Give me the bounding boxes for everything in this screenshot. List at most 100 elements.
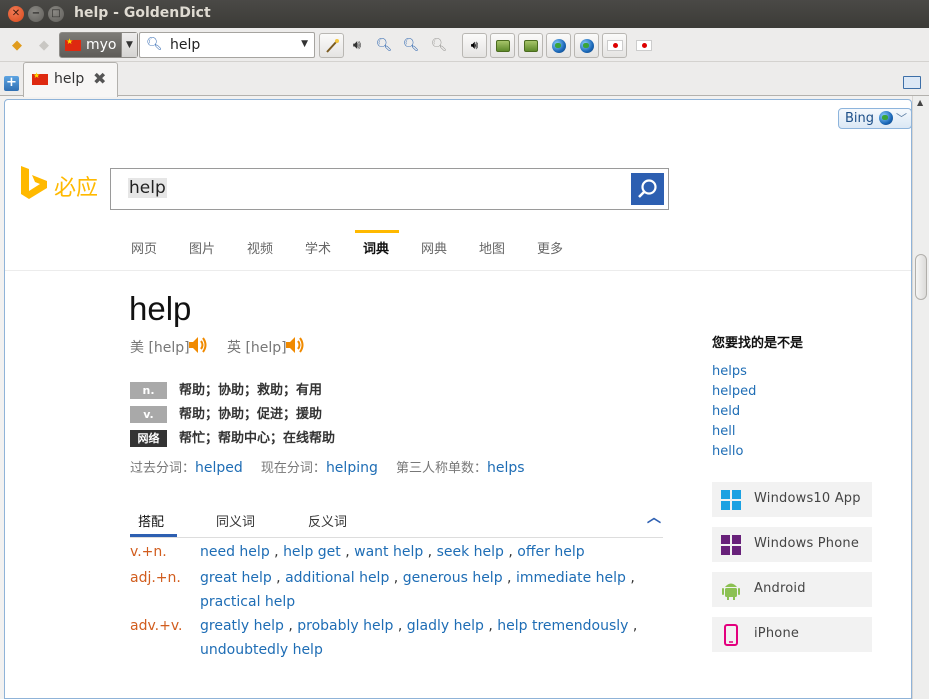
collocation-link[interactable]: immediate help xyxy=(516,570,626,586)
tab-list-icon[interactable] xyxy=(903,76,921,89)
app-windows-phone[interactable]: Windows Phone xyxy=(712,527,872,562)
collocation-link[interactable]: practical help xyxy=(200,594,295,610)
bing-search-box[interactable]: help xyxy=(110,168,669,210)
collapse-chevron-up-icon[interactable]: ︿ xyxy=(647,507,661,527)
collocation-link[interactable]: additional help xyxy=(285,570,389,586)
dict-button-globe-2[interactable] xyxy=(574,33,599,58)
tab-synonyms[interactable]: 同义词 xyxy=(216,511,255,530)
nav-academic[interactable]: 学术 xyxy=(305,238,331,257)
present-participle-link[interactable]: helping xyxy=(326,460,378,476)
nav-dictionary[interactable]: 词典 xyxy=(363,238,389,257)
collocation-link[interactable]: want help xyxy=(354,544,423,560)
active-tab-indicator xyxy=(355,230,399,233)
collocation-link[interactable]: greatly help xyxy=(200,618,284,634)
chevron-down-icon[interactable]: ▼ xyxy=(121,33,137,57)
definition-row: 网络 帮忙；帮助中心；在线帮助 xyxy=(130,427,335,447)
dict-button-book-2[interactable] xyxy=(518,33,543,58)
collocation-link[interactable]: great help xyxy=(200,570,272,586)
tab-collocations[interactable]: 搭配 xyxy=(138,511,164,530)
back-arrow-icon[interactable]: ◆ xyxy=(6,34,28,56)
group-name: myo xyxy=(86,37,117,53)
app-android[interactable]: Android xyxy=(712,572,872,607)
speaker-uk-icon[interactable] xyxy=(284,335,306,355)
nav-videos[interactable]: 视频 xyxy=(247,238,273,257)
collocation-link[interactable]: help get xyxy=(283,544,341,560)
close-window-button[interactable]: ✕ xyxy=(8,6,24,22)
dict-button-pronounce[interactable]: 🔊︎ xyxy=(462,33,487,58)
headword: help xyxy=(129,290,192,327)
windows-icon xyxy=(721,490,741,510)
definition-text: 帮助；协助；促进；援助 xyxy=(179,407,323,422)
collocation-row: v.+n. need help , help get , want help ,… xyxy=(130,540,670,564)
translate-search-box[interactable]: 🔍︎ ▼ xyxy=(139,32,315,58)
android-icon xyxy=(722,583,740,600)
bing-search-input[interactable]: help xyxy=(128,178,167,198)
past-participle-link[interactable]: helped xyxy=(195,460,243,476)
scrollbar-thumb[interactable] xyxy=(915,254,927,300)
suggestion-link[interactable]: helps xyxy=(712,364,747,379)
collocation-link[interactable]: gladly help xyxy=(407,618,484,634)
bing-nav: 网页 图片 视频 学术 词典 网典 地图 更多 xyxy=(5,228,911,271)
definition-text: 帮助；协助；救助；有用 xyxy=(179,383,323,398)
scroll-up-arrow-icon[interactable]: ▲ xyxy=(917,98,923,107)
third-person-label: 第三人称单数： xyxy=(396,461,488,476)
globe-icon xyxy=(579,38,594,53)
nav-more[interactable]: 更多 xyxy=(537,238,563,257)
history-dropdown-icon[interactable]: ▼ xyxy=(301,39,308,49)
windows-phone-icon xyxy=(721,535,741,555)
dict-button-japan-1[interactable] xyxy=(602,33,627,58)
nav-web[interactable]: 网页 xyxy=(131,238,157,257)
speaker-us-icon[interactable] xyxy=(187,335,209,355)
tab-antonyms[interactable]: 反义词 xyxy=(308,511,347,530)
close-tab-icon[interactable]: ✖ xyxy=(93,69,106,88)
app-windows10[interactable]: Windows10 App xyxy=(712,482,872,517)
collocation-values: need help , help get , want help , seek … xyxy=(200,544,585,560)
app-label: Windows Phone xyxy=(754,536,860,551)
minimize-window-button[interactable]: − xyxy=(28,6,44,22)
japan-flag-icon xyxy=(636,39,652,51)
zoom-out-icon[interactable]: 🔍︎ xyxy=(400,34,422,56)
dictionary-group-combo[interactable]: myo ▼ xyxy=(59,32,138,58)
vertical-scrollbar[interactable]: ▲ xyxy=(912,96,929,699)
nav-images[interactable]: 图片 xyxy=(189,238,215,257)
zoom-in-icon[interactable]: 🔍︎ xyxy=(373,34,395,56)
collocation-values: great help , additional help , generous … xyxy=(200,570,635,610)
collocation-link[interactable]: offer help xyxy=(517,544,584,560)
collocation-tabs: 搭配 同义词 反义词 ︿ xyxy=(130,504,663,538)
dictionary-jump-selector[interactable]: Bing ﹀ xyxy=(838,108,911,129)
dict-button-japan-2[interactable] xyxy=(633,34,655,56)
nav-encyclopedia[interactable]: 网典 xyxy=(421,238,447,257)
nav-maps[interactable]: 地图 xyxy=(479,238,505,257)
pronounce-icon[interactable]: 🔊︎ xyxy=(346,34,368,56)
collocation-link[interactable]: seek help xyxy=(437,544,504,560)
pronunciation-uk: 英 [help] xyxy=(227,340,287,356)
collocation-row: adj.+n. great help , additional help , g… xyxy=(130,566,670,614)
collocation-link[interactable]: generous help xyxy=(403,570,503,586)
iphone-icon xyxy=(724,624,738,646)
bing-search-button[interactable] xyxy=(631,173,664,205)
main-toolbar: ◆ ◆ myo ▼ 🔍︎ ▼ 🔊︎ 🔍︎ 🔍︎ 🔍︎ 🔊︎ xyxy=(0,28,929,62)
suggestion-link[interactable]: helped xyxy=(712,384,756,399)
suggestion-link[interactable]: hell xyxy=(712,424,735,439)
search-icon: 🔍︎ xyxy=(146,37,163,52)
collocation-key: v.+n. xyxy=(130,544,167,560)
forward-arrow-icon[interactable]: ◆ xyxy=(33,34,55,56)
collocation-link[interactable]: help tremendously xyxy=(497,618,628,634)
new-tab-button[interactable]: + xyxy=(4,76,19,91)
dict-button-book-1[interactable] xyxy=(490,33,515,58)
dict-button-globe-1[interactable] xyxy=(546,33,571,58)
pos-tag: v. xyxy=(130,406,167,423)
third-person-link[interactable]: helps xyxy=(487,460,525,476)
collocation-link[interactable]: need help xyxy=(200,544,270,560)
search-input[interactable] xyxy=(170,36,290,54)
scan-popup-button[interactable] xyxy=(319,33,344,58)
collocation-key: adv.+v. xyxy=(130,618,183,634)
suggestion-link[interactable]: held xyxy=(712,404,740,419)
collocation-link[interactable]: undoubtedly help xyxy=(200,642,323,658)
suggestion-link[interactable]: hello xyxy=(712,444,743,459)
app-iphone[interactable]: iPhone xyxy=(712,617,872,652)
collocation-link[interactable]: probably help xyxy=(297,618,393,634)
zoom-reset-icon[interactable]: 🔍︎ xyxy=(428,34,450,56)
maximize-window-button[interactable]: □ xyxy=(48,6,64,22)
tab-help[interactable]: help ✖ xyxy=(23,62,118,97)
